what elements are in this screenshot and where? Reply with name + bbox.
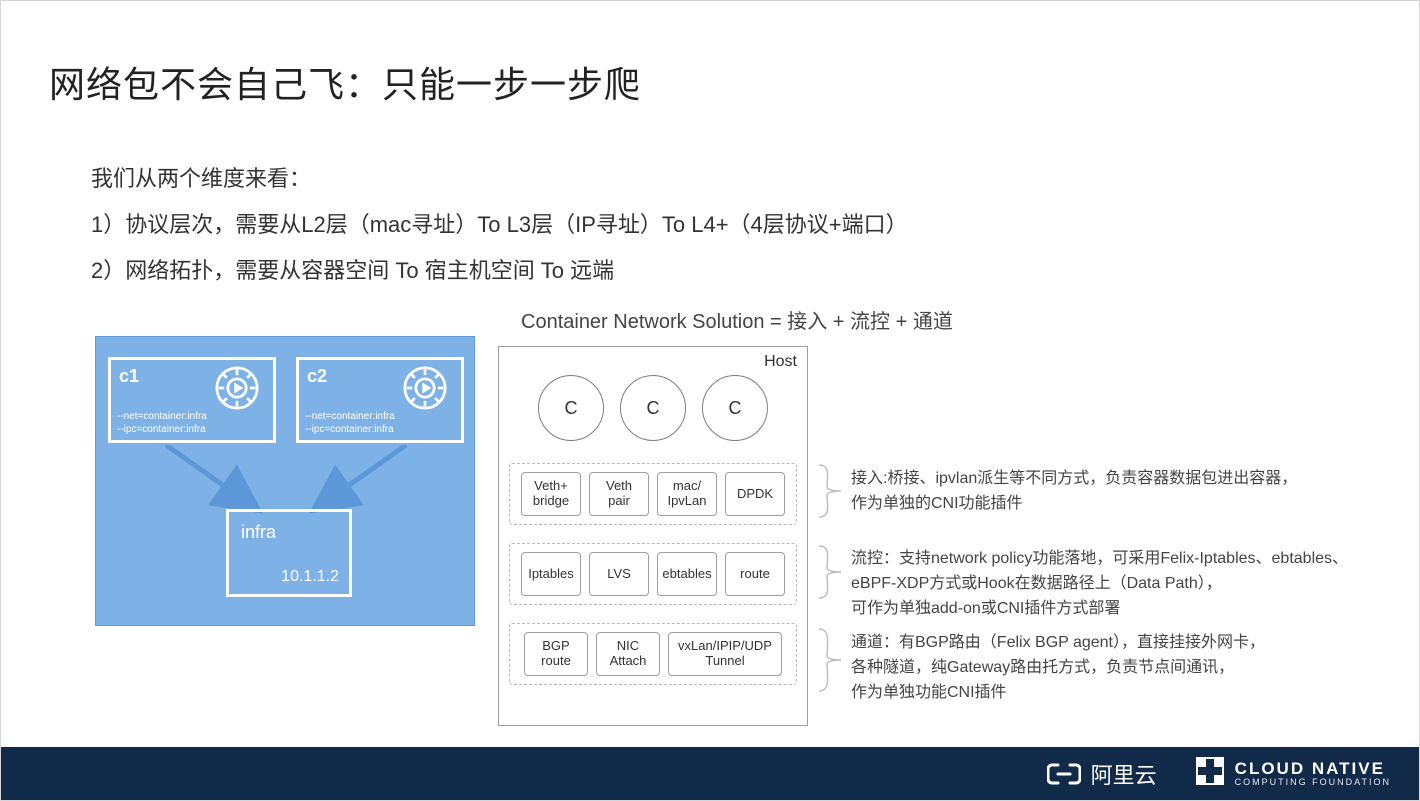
arrow-c2-to-infra-icon [306, 445, 416, 515]
container-c1-box: c1 --net=container:infra --ipc=container… [108, 357, 276, 443]
intro-block: 我们从两个维度来看： 1）协议层次，需要从L2层（mac寻址）To L3层（IP… [91, 156, 908, 295]
container-c1-opts: --net=container:infra --ipc=container:in… [117, 411, 207, 436]
access-pill: Veth+ bridge [521, 472, 581, 516]
infra-ip: 10.1.1.2 [281, 568, 339, 586]
cncf-text: CLOUD NATIVE COMPUTING FOUNDATION [1235, 760, 1391, 788]
flow-pill: ebtables [657, 552, 717, 596]
infra-label: infra [229, 512, 349, 543]
container-c2-label: c2 [307, 366, 327, 387]
container-c2-opts: --net=container:infra --ipc=container:in… [305, 411, 395, 436]
access-pill: Veth pair [589, 472, 649, 516]
brace-icon [815, 463, 843, 519]
tunnel-row: BGP route NIC Attach vxLan/IPIP/UDP Tunn… [509, 623, 797, 685]
cncf-subtitle: COMPUTING FOUNDATION [1235, 777, 1391, 788]
formula-text: Container Network Solution = 接入 + 流控 + 通… [521, 305, 953, 334]
aliyun-text: 阿里云 [1091, 758, 1157, 790]
flow-pill: route [725, 552, 785, 596]
tunnel-pill: NIC Attach [596, 632, 660, 676]
host-title: Host [764, 353, 797, 371]
pod-diagram: c1 --net=container:infra --ipc=container… [95, 336, 475, 626]
container-circle: C [538, 375, 604, 441]
flow-pill: Iptables [521, 552, 581, 596]
gear-icon [403, 366, 447, 410]
flow-row: Iptables LVS ebtables route [509, 543, 797, 605]
gear-icon [215, 366, 259, 410]
intro-line-1: 1）协议层次，需要从L2层（mac寻址）To L3层（IP寻址）To L4+（4… [91, 202, 908, 248]
slide: 网络包不会自己飞：只能一步一步爬 我们从两个维度来看： 1）协议层次，需要从L2… [0, 0, 1420, 801]
container-c2-box: c2 --net=container:infra --ipc=container… [296, 357, 464, 443]
arrow-c1-to-infra-icon [156, 445, 266, 515]
host-diagram: Host C C C Veth+ bridge Veth pair mac/ I… [498, 346, 808, 726]
tunnel-desc: 通道：有BGP路由（Felix BGP agent），直接挂接外网卡， 各种隧道… [851, 631, 1389, 705]
brace-icon [815, 544, 843, 600]
aliyun-brand: 阿里云 [1047, 758, 1157, 790]
brace-icon [815, 627, 843, 693]
cncf-brand: CLOUD NATIVE COMPUTING FOUNDATION [1195, 756, 1391, 791]
access-pill: mac/ IpvLan [657, 472, 717, 516]
access-pill: DPDK [725, 472, 785, 516]
access-row: Veth+ bridge Veth pair mac/ IpvLan DPDK [509, 463, 797, 525]
flow-pill: LVS [589, 552, 649, 596]
intro-lead: 我们从两个维度来看： [91, 156, 908, 202]
container-circle: C [702, 375, 768, 441]
tunnel-pill: BGP route [524, 632, 588, 676]
access-desc: 接入:桥接、ipvlan派生等不同方式，负责容器数据包进出容器， 作为单独的CN… [851, 467, 1389, 517]
container-c1-label: c1 [119, 366, 139, 387]
infra-box: infra 10.1.1.2 [226, 509, 352, 597]
cncf-title: CLOUD NATIVE [1235, 760, 1391, 777]
slide-title: 网络包不会自己飞：只能一步一步爬 [49, 56, 641, 108]
cncf-logo-icon [1195, 756, 1225, 791]
aliyun-logo-icon [1047, 761, 1081, 787]
flow-desc: 流控：支持network policy功能落地，可采用Felix-Iptable… [851, 547, 1389, 621]
container-circle: C [620, 375, 686, 441]
intro-line-2: 2）网络拓扑，需要从容器空间 To 宿主机空间 To 远端 [91, 248, 908, 294]
footer-bar: 阿里云 CLOUD NATIVE COMPUTING FOUNDATION [1, 747, 1419, 800]
tunnel-pill: vxLan/IPIP/UDP Tunnel [668, 632, 782, 676]
container-circles: C C C [499, 375, 807, 441]
